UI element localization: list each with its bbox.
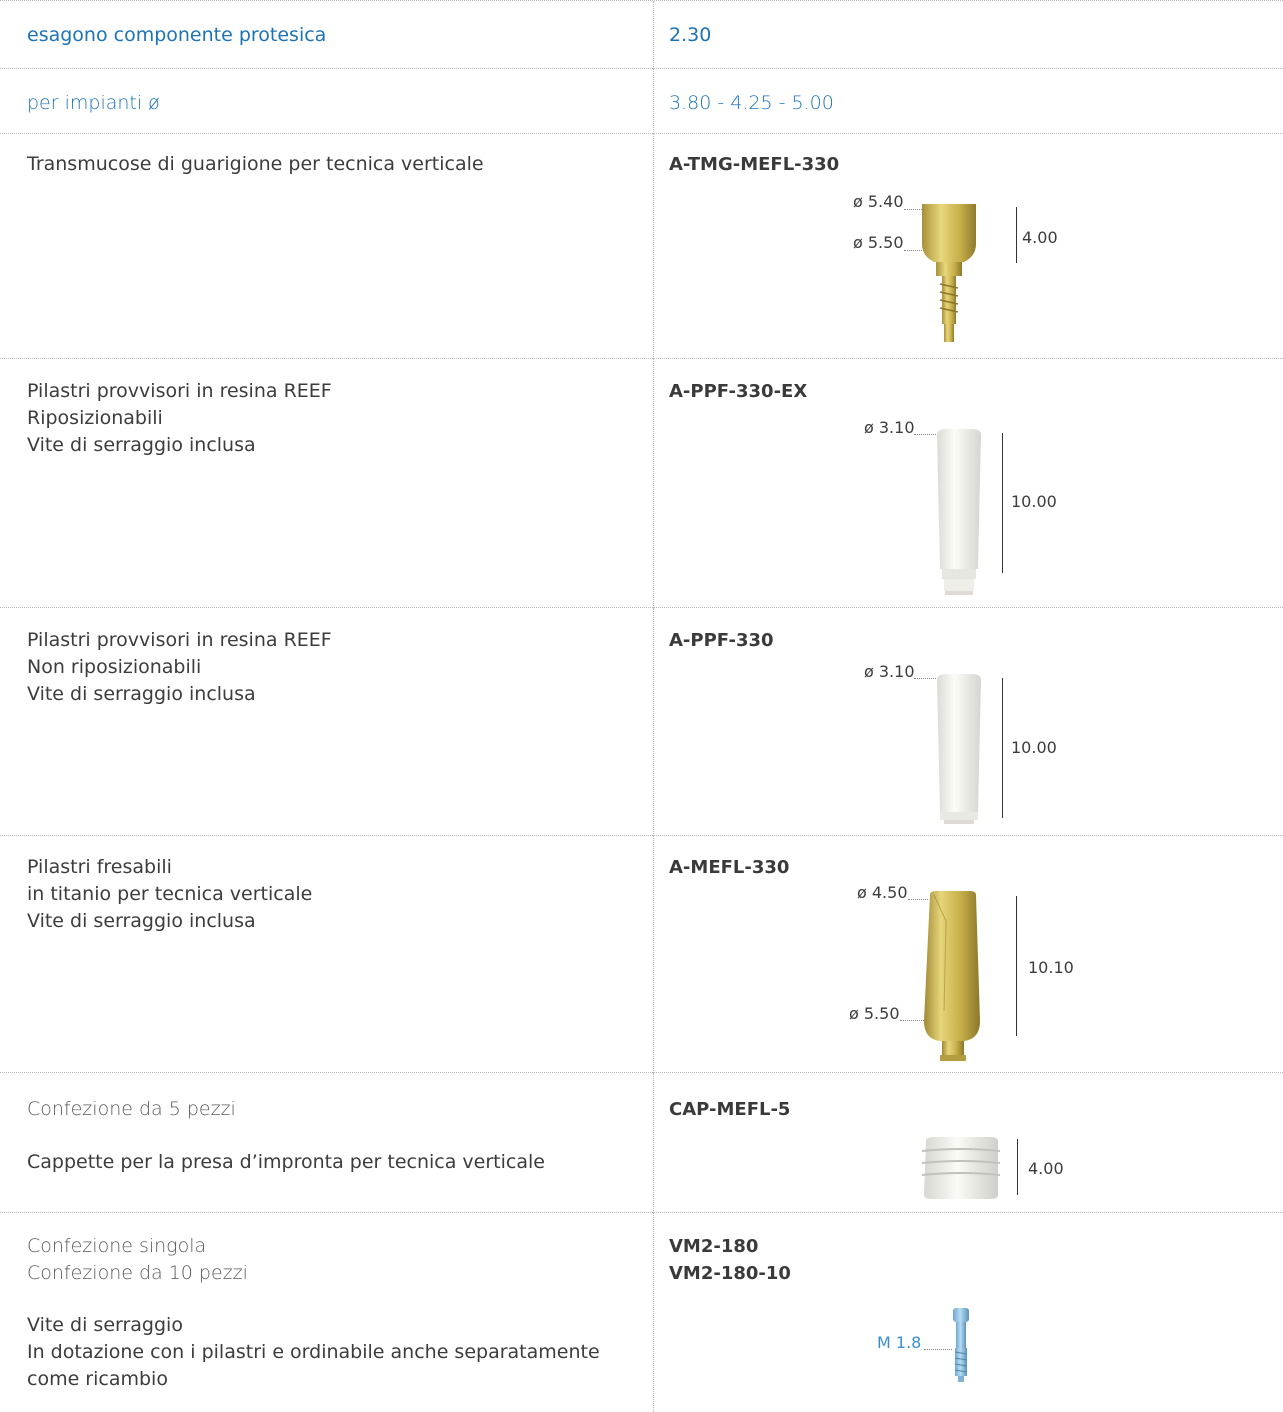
leader-line: [914, 678, 936, 679]
resin-abutment-image: [937, 674, 981, 824]
diameter-bottom-label: ø 5.50: [853, 233, 904, 252]
column-divider: [653, 836, 654, 1073]
product-table: esagono componente protesica 2.30 per im…: [0, 0, 1283, 1412]
product-code: VM2-180: [669, 1236, 759, 1257]
product-row: Confezione da 5 pezzi Cappette per la pr…: [0, 1073, 1283, 1213]
hex-label: esagono componente protesica: [27, 24, 327, 46]
product-row: Transmucose di guarigione per tecnica ve…: [0, 134, 1283, 359]
column-divider: [653, 1, 654, 69]
height-dimension-bar: [1016, 896, 1017, 1036]
product-description: In dotazione con i pilastri e ordinabile…: [27, 1341, 600, 1363]
product-description: Cappette per la presa d’impronta per tec…: [27, 1151, 545, 1173]
height-dimension-bar: [1017, 1139, 1018, 1195]
resin-abutment-image: [937, 429, 981, 595]
implant-row: per impianti ø 3.80 - 4.25 - 5.00: [0, 69, 1283, 134]
titanium-abutment-image: [924, 891, 980, 1061]
diameter-top-label: ø 5.40: [853, 192, 904, 211]
diameter-bottom-label: ø 5.50: [849, 1004, 900, 1023]
column-divider: [653, 608, 654, 836]
leader-line: [924, 1349, 952, 1350]
column-divider: [653, 1073, 654, 1213]
height-label: 10.00: [1011, 738, 1057, 757]
height-label: 4.00: [1022, 228, 1058, 247]
product-description: Pilastri fresabili: [27, 856, 172, 878]
product-code: A-PPF-330-EX: [669, 381, 808, 402]
healing-abutment-image: [922, 204, 976, 342]
column-divider: [653, 359, 654, 608]
screw-image: [953, 1308, 969, 1382]
impression-cap-image: [921, 1137, 1001, 1199]
height-dimension-bar: [1002, 433, 1003, 573]
leader-line: [914, 434, 936, 435]
product-row: Pilastri fresabili in titanio per tecnic…: [0, 836, 1283, 1073]
diameter-top-label: ø 3.10: [864, 418, 915, 437]
product-description: Vite di serraggio inclusa: [27, 434, 256, 456]
product-description: Riposizionabili: [27, 407, 163, 429]
hex-value: 2.30: [669, 24, 712, 46]
product-description: Vite di serraggio: [27, 1314, 183, 1336]
product-description: in titanio per tecnica verticale: [27, 883, 313, 905]
pack-size: Confezione da 10 pezzi: [27, 1262, 248, 1284]
diameter-top-label: ø 3.10: [864, 662, 915, 681]
product-row: Pilastri provvisori in resina REEF Ripos…: [0, 359, 1283, 608]
height-dimension-bar: [1002, 678, 1003, 818]
product-row: Confezione singola Confezione da 10 pezz…: [0, 1213, 1283, 1412]
pack-size: Confezione singola: [27, 1235, 207, 1257]
product-description: Pilastri provvisori in resina REEF: [27, 629, 332, 651]
product-row: Pilastri provvisori in resina REEF Non r…: [0, 608, 1283, 836]
product-description: Transmucose di guarigione per tecnica ve…: [27, 153, 484, 175]
product-code: VM2-180-10: [669, 1263, 791, 1284]
thread-label: M 1.8: [877, 1333, 922, 1352]
height-dimension-bar: [1016, 207, 1017, 263]
height-label: 10.10: [1028, 958, 1074, 977]
product-description: Non riposizionabili: [27, 656, 202, 678]
product-description: Vite di serraggio inclusa: [27, 683, 256, 705]
height-label: 4.00: [1028, 1159, 1064, 1178]
product-description: Vite di serraggio inclusa: [27, 910, 256, 932]
implant-value: 3.80 - 4.25 - 5.00: [669, 92, 834, 114]
product-description: come ricambio: [27, 1368, 168, 1390]
product-code: A-PPF-330: [669, 630, 774, 651]
product-code: A-MEFL-330: [669, 857, 790, 878]
height-label: 10.00: [1011, 492, 1057, 511]
implant-label: per impianti ø: [27, 92, 160, 114]
column-divider: [653, 134, 654, 359]
column-divider: [653, 69, 654, 134]
pack-size: Confezione da 5 pezzi: [27, 1098, 236, 1120]
product-code: CAP-MEFL-5: [669, 1099, 791, 1120]
product-description: Pilastri provvisori in resina REEF: [27, 380, 332, 402]
column-divider: [653, 1213, 654, 1412]
hex-row: esagono componente protesica 2.30: [0, 1, 1283, 69]
diameter-top-label: ø 4.50: [857, 883, 908, 902]
product-code: A-TMG-MEFL-330: [669, 154, 840, 175]
